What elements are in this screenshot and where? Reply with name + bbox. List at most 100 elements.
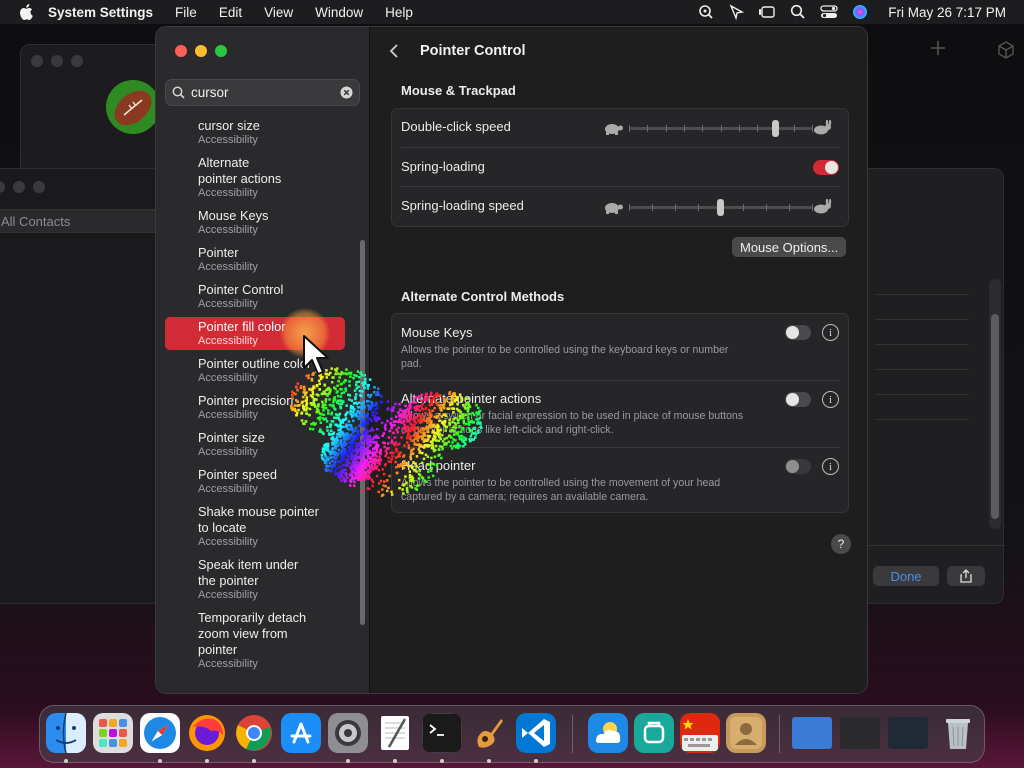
dock-app-textedit-icon[interactable]	[375, 713, 415, 753]
head-pointer-label: Head pointer	[401, 458, 476, 473]
dock-app-visual-studio-code-icon[interactable]	[516, 713, 556, 753]
menu-clock[interactable]: Fri May 26 7:17 PM	[888, 5, 1006, 20]
search-result-item[interactable]: Shake mouse pointer to locate Accessibilit…	[165, 502, 345, 551]
dock-app-maps-icon[interactable]	[634, 713, 674, 753]
menu-bar: System Settings File Edit View Window He…	[0, 0, 1024, 24]
siri-icon[interactable]	[852, 4, 868, 20]
slider-tick	[743, 204, 745, 211]
search-result-title: Speak item under	[198, 557, 299, 572]
menu-edit[interactable]: Edit	[219, 5, 242, 20]
dock-app-safari-icon[interactable]	[140, 713, 180, 753]
search-result-title: Shake mouse pointer	[198, 504, 319, 519]
dock-app-weather-icon[interactable]	[588, 713, 628, 753]
spring-loading-label: Spring-loading	[401, 159, 485, 174]
dock-app-keyboard-viewer-icon[interactable]	[680, 713, 720, 753]
menu-window[interactable]: Window	[315, 5, 363, 20]
search-result-item[interactable]: Mouse Keys Accessibility	[165, 206, 345, 239]
dock-trash-icon[interactable]	[938, 713, 978, 753]
slider-tick	[651, 204, 653, 211]
spotlight-search-icon[interactable]	[790, 4, 806, 20]
rabbit-icon	[814, 199, 832, 214]
search-result-item[interactable]: Pointer speed Accessibility	[165, 465, 345, 498]
magnifier-status-icon[interactable]	[698, 4, 714, 20]
search-result-title: Pointer	[198, 245, 239, 260]
dock-app-garageband-icon[interactable]	[469, 713, 509, 753]
plus-icon[interactable]	[930, 40, 946, 61]
search-result-item[interactable]: Speak item under the pointer Accessibility	[165, 555, 345, 604]
dock-app-contacts-icon[interactable]	[726, 713, 766, 753]
head-pointer-info-icon[interactable]: i	[822, 458, 839, 475]
search-result-item[interactable]: Temporarily detach zoom view from pointer A…	[165, 608, 345, 673]
stage-manager-icon[interactable]	[758, 4, 776, 20]
zoom-window-button[interactable]	[215, 45, 227, 57]
mouse-keys-label: Mouse Keys	[401, 325, 473, 340]
dock-app-chrome-icon[interactable]	[234, 713, 274, 753]
search-result-item[interactable]: Pointer Accessibility	[165, 243, 345, 276]
close-window-button[interactable]	[175, 45, 187, 57]
share-button[interactable]	[947, 566, 985, 586]
menu-app-name[interactable]: System Settings	[48, 5, 153, 20]
search-result-item[interactable]: Pointer Control Accessibility	[165, 280, 345, 313]
search-result-item[interactable]: Pointer precision Accessibility	[165, 391, 345, 424]
system-settings-window: cursor sizeAccessibilityAlternatepointer…	[155, 26, 868, 694]
dock-running-indicator	[64, 759, 68, 763]
dock-app-terminal-icon[interactable]	[422, 713, 462, 753]
double-click-speed-slider[interactable]	[602, 118, 832, 138]
menu-file[interactable]: File	[175, 5, 197, 20]
mouse-keys-info-icon[interactable]: i	[822, 324, 839, 341]
mouse-keys-toggle[interactable]	[785, 325, 811, 340]
slider-tick	[683, 125, 685, 132]
minimize-window-button[interactable]	[195, 45, 207, 57]
pointer-status-icon[interactable]	[728, 4, 745, 20]
dock-app-launchpad-icon[interactable]	[93, 713, 133, 753]
dock-minimized-window-icon[interactable]	[888, 717, 928, 749]
head-pointer-toggle[interactable]	[785, 459, 811, 474]
dock-minimized-window-icon[interactable]	[840, 717, 880, 749]
search-result-item[interactable]: cursor size Accessibility	[165, 116, 345, 149]
sidebar: cursor sizeAccessibilityAlternatepointer…	[156, 27, 370, 693]
dock-app-finder-icon[interactable]	[46, 713, 86, 753]
slider-tick	[738, 125, 740, 132]
slider-tick	[702, 125, 704, 132]
cube-icon[interactable]	[996, 40, 1016, 65]
mouse-options-button[interactable]: Mouse Options...	[732, 237, 847, 257]
done-button[interactable]: Done	[873, 566, 939, 586]
search-input[interactable]	[191, 85, 340, 100]
search-result-item[interactable]: Pointer size Accessibility	[165, 428, 345, 461]
alternate-pointer-actions-toggle[interactable]	[785, 392, 811, 407]
dock-app-firefox-icon[interactable]	[187, 713, 227, 753]
clear-search-icon[interactable]	[340, 86, 353, 99]
contacts-label[interactable]: All Contacts	[1, 214, 70, 229]
search-result-category: Accessibility	[198, 589, 258, 601]
search-result-title: zoom view from	[198, 626, 288, 641]
dock-app-system-settings-icon[interactable]	[328, 713, 368, 753]
slider-tick	[757, 125, 759, 132]
alternate-pointer-actions-info-icon[interactable]: i	[822, 391, 839, 408]
search-result-item[interactable]: Alternate pointer actions Accessibility	[165, 153, 345, 202]
section-heading-mouse-trackpad: Mouse & Trackpad	[401, 83, 516, 98]
menu-view[interactable]: View	[264, 5, 293, 20]
slider-knob[interactable]	[771, 120, 779, 137]
apple-menu-icon[interactable]	[18, 4, 34, 20]
background-window-contacts: All Contacts	[0, 168, 163, 604]
search-field[interactable]	[165, 79, 360, 106]
help-button[interactable]: ?	[831, 534, 851, 554]
search-result-category: Accessibility	[198, 483, 258, 495]
sidebar-scrollbar[interactable]	[360, 240, 365, 625]
spring-loading-speed-slider[interactable]	[602, 197, 832, 217]
content-pane: Pointer Control Mouse & Trackpad Double-…	[370, 27, 867, 693]
spring-loading-speed-row: Spring-loading speed	[392, 187, 848, 227]
dock	[39, 705, 985, 763]
spring-loading-toggle[interactable]	[813, 160, 839, 175]
dock-app-app-store-icon[interactable]	[281, 713, 321, 753]
slider-knob[interactable]	[717, 199, 724, 216]
dock-minimized-window-icon[interactable]	[792, 717, 832, 749]
chevron-left-icon	[389, 44, 398, 58]
window-controls	[0, 181, 45, 193]
control-center-icon[interactable]	[820, 4, 838, 20]
search-result-category: Accessibility	[198, 536, 258, 548]
search-result-title: cursor size	[198, 118, 260, 133]
menu-help[interactable]: Help	[385, 5, 413, 20]
spring-loading-speed-label: Spring-loading speed	[401, 198, 524, 213]
back-button[interactable]	[388, 43, 400, 64]
